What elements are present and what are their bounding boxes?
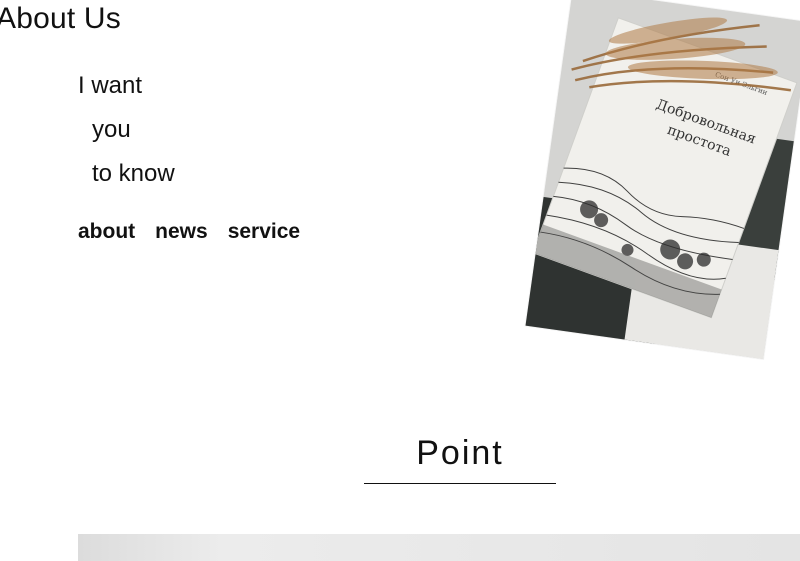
tagline-line-3: to know [92,160,175,187]
nav-link-about[interactable]: about [78,220,135,244]
tagline-line-2: you [92,116,131,143]
nav-link-service[interactable]: service [228,220,300,244]
content-band [78,534,800,561]
page: About Us I want you to know about news s… [0,0,800,561]
page-title: About Us [0,2,121,35]
tagline-line-1: I want [78,72,143,99]
main-nav: about news service [78,220,300,244]
tagline: I want you to know [78,64,175,196]
book-with-pampas-grass-image: Добровольная простота Сон Уи Эльгин [525,0,800,360]
section-heading-point: Point [364,434,556,484]
hero-photo: Добровольная простота Сон Уи Эльгин [525,0,800,360]
nav-link-news[interactable]: news [155,220,208,244]
